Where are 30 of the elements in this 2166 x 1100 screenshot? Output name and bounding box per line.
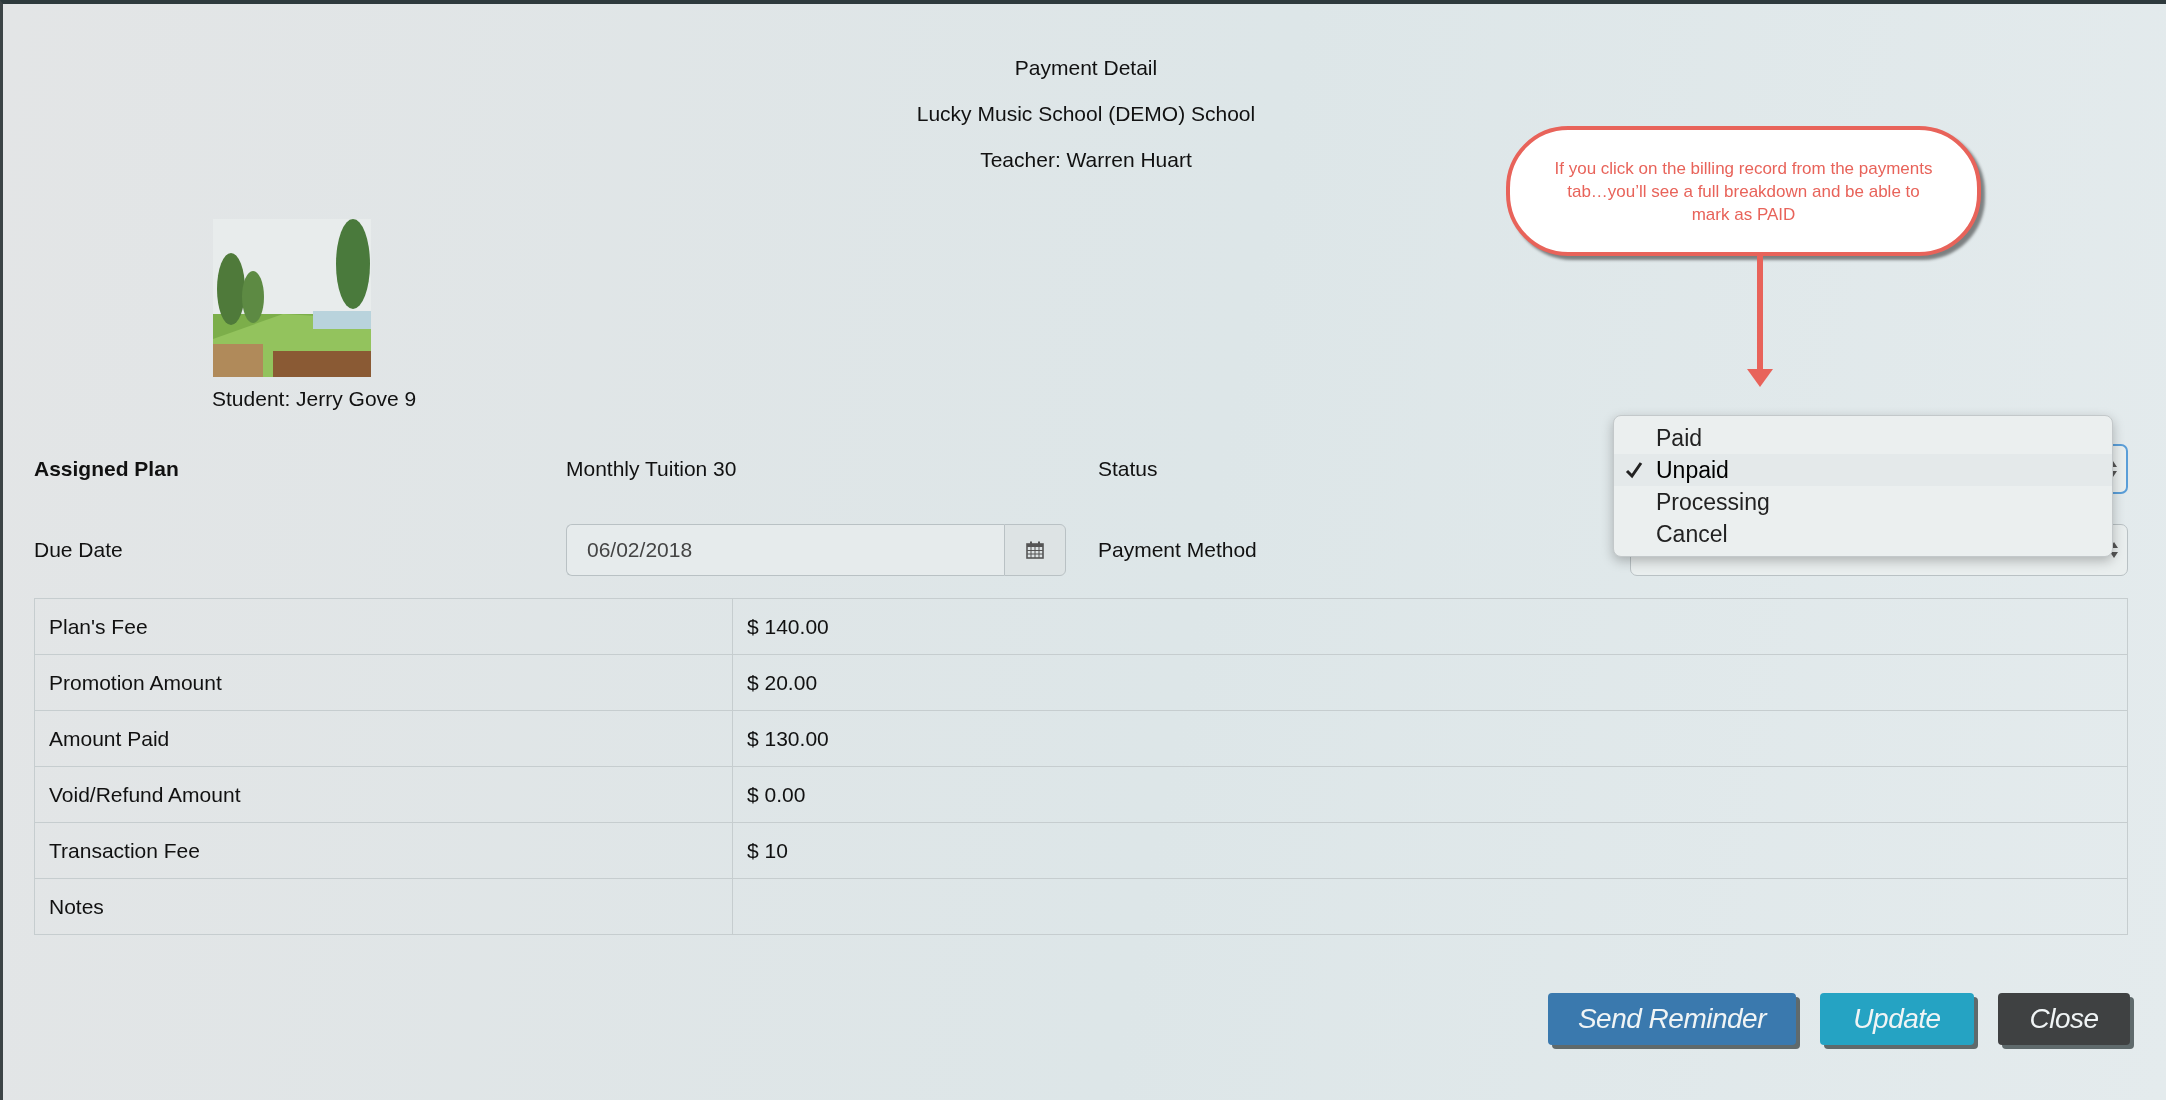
amount-cell: $ 140.00: [732, 598, 2128, 655]
row-label: Promotion Amount: [34, 654, 733, 711]
amount-cell: $ 20.00: [732, 654, 2128, 711]
field-label: Due Date: [34, 538, 124, 562]
row-label: Amount Paid: [34, 710, 733, 767]
updown-icon: [2109, 540, 2119, 560]
student-name: Student: Jerry Gove 9: [212, 387, 417, 411]
dialog-title: Payment Detail: [1014, 56, 1158, 80]
amount-cell: $ 10: [732, 822, 2128, 879]
school-name: Lucky Music School (DEMO) School: [916, 102, 1256, 126]
field-label: Status: [1098, 457, 1159, 481]
calendar-icon: [1025, 540, 1045, 560]
row-label: Void/Refund Amount: [34, 766, 733, 823]
menu-option[interactable]: Unpaid: [1614, 454, 2112, 486]
row-label: Plan's Fee: [34, 598, 733, 655]
teacher-name: Teacher: Warren Huart: [980, 148, 1192, 172]
checkmark-icon: [1625, 461, 1643, 479]
field-label: Assigned Plan: [34, 457, 180, 481]
plan-name: Monthly Tuition 30: [566, 457, 738, 481]
row-label: Notes: [34, 878, 733, 935]
amount-cell: $ 130.00: [732, 710, 2128, 767]
amount-cell: $ 0.00: [732, 766, 2128, 823]
date-field[interactable]: 06/02/2018: [566, 524, 1004, 576]
row-label: Transaction Fee: [34, 822, 733, 879]
menu-option[interactable]: Paid: [1614, 422, 2112, 454]
menu-option[interactable]: Processing: [1614, 486, 2112, 518]
field-label: Payment Method: [1098, 538, 1258, 562]
calendar-button[interactable]: [1004, 524, 1066, 576]
menu-option[interactable]: Cancel: [1614, 518, 2112, 550]
callout-text: If you click on the billing record from the payments tab…you’ll see a full breakdown and be able to mark as PAID: [1554, 157, 1933, 226]
